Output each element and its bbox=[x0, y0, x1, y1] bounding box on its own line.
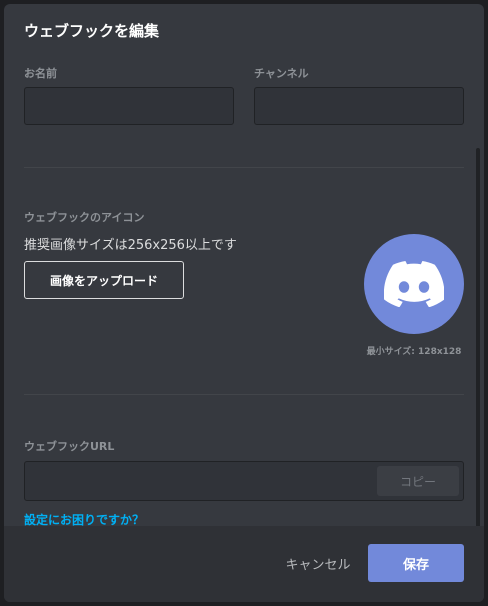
icon-size-recommendation: 推奨画像サイズは256x256以上です bbox=[24, 238, 237, 253]
edit-webhook-modal: ウェブフックを編集 お名前 チャンネル ウェブフックのアイコン 推奨画像サイズは… bbox=[4, 4, 484, 602]
scrollbar[interactable] bbox=[476, 18, 480, 528]
divider bbox=[24, 394, 464, 395]
min-size-note: 最小サイズ: 128x128 bbox=[366, 347, 462, 357]
webhook-url-input[interactable]: コピー bbox=[24, 461, 464, 501]
channel-label: チャンネル bbox=[254, 67, 309, 80]
discord-logo-icon bbox=[384, 261, 444, 307]
modal-footer: キャンセル 保存 bbox=[4, 526, 484, 602]
icon-section-label: ウェブフックのアイコン bbox=[24, 211, 145, 224]
scrollbar-thumb[interactable] bbox=[476, 148, 480, 528]
channel-select[interactable] bbox=[254, 87, 464, 125]
upload-image-button[interactable]: 画像をアップロード bbox=[24, 261, 184, 299]
webhook-avatar[interactable] bbox=[364, 234, 464, 334]
modal-title: ウェブフックを編集 bbox=[24, 22, 160, 40]
name-label: お名前 bbox=[24, 67, 57, 80]
webhook-url-label: ウェブフックURL bbox=[24, 440, 115, 453]
copy-button[interactable]: コピー bbox=[377, 466, 459, 496]
divider bbox=[24, 167, 464, 168]
cancel-button[interactable]: キャンセル bbox=[274, 544, 362, 582]
name-input[interactable] bbox=[24, 87, 234, 125]
save-button[interactable]: 保存 bbox=[368, 544, 464, 582]
